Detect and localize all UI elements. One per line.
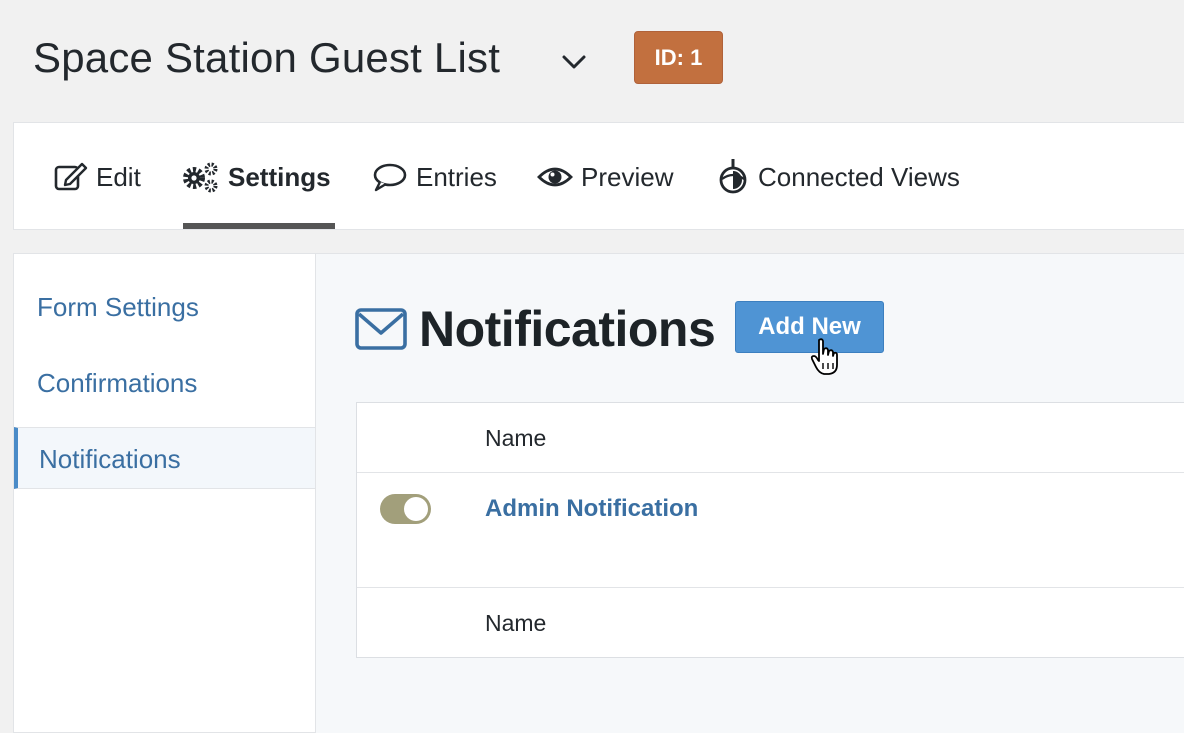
form-id-badge: ID: 1 xyxy=(634,31,723,84)
table-footer: Name xyxy=(357,587,1184,657)
main-content: Notifications Add New Name Admin Notific… xyxy=(316,253,1184,733)
sidebar-item-form-settings[interactable]: Form Settings xyxy=(14,276,315,338)
tab-edit[interactable]: Edit xyxy=(54,123,141,231)
tab-label: Entries xyxy=(416,161,497,192)
settings-sidebar: Form Settings Confirmations Notification… xyxy=(13,253,316,733)
edit-icon xyxy=(54,162,88,191)
sidebar-item-notifications[interactable]: Notifications xyxy=(14,427,315,489)
tab-preview[interactable]: Preview xyxy=(537,123,673,231)
gears-icon xyxy=(183,162,218,193)
notifications-table: Name Admin Notification Name xyxy=(356,402,1184,658)
tab-settings[interactable]: Settings xyxy=(182,123,331,231)
envelope-icon xyxy=(355,308,407,350)
sidebar-item-confirmations[interactable]: Confirmations xyxy=(14,352,315,414)
column-footer-name[interactable]: Name xyxy=(485,610,546,637)
notification-name-link[interactable]: Admin Notification xyxy=(485,495,698,523)
page-heading: Notifications xyxy=(355,300,716,358)
eye-icon xyxy=(537,167,573,187)
tab-connected-views[interactable]: Connected Views xyxy=(716,123,960,231)
form-title: Space Station Guest List xyxy=(33,34,501,81)
tab-label: Edit xyxy=(96,161,141,192)
tab-entries[interactable]: Entries xyxy=(372,123,497,231)
active-tab-indicator xyxy=(183,223,335,229)
gravityview-icon xyxy=(719,159,747,194)
form-toolbar: Edit Settings Entries Preview Connected … xyxy=(13,122,1184,230)
page-header: Space Station Guest List ID: 1 xyxy=(0,0,1184,120)
comment-icon xyxy=(373,163,407,192)
table-header: Name xyxy=(357,403,1184,473)
chevron-down-icon[interactable] xyxy=(556,44,592,80)
tab-label: Settings xyxy=(228,161,331,192)
page-title: Notifications xyxy=(419,301,716,357)
table-row: Admin Notification xyxy=(357,473,1184,587)
notification-active-toggle[interactable] xyxy=(380,494,431,524)
column-header-name[interactable]: Name xyxy=(485,425,546,452)
hand-cursor-icon xyxy=(810,338,838,375)
tab-label: Preview xyxy=(581,161,674,192)
tab-label: Connected Views xyxy=(758,161,960,192)
toggle-knob xyxy=(404,497,428,521)
